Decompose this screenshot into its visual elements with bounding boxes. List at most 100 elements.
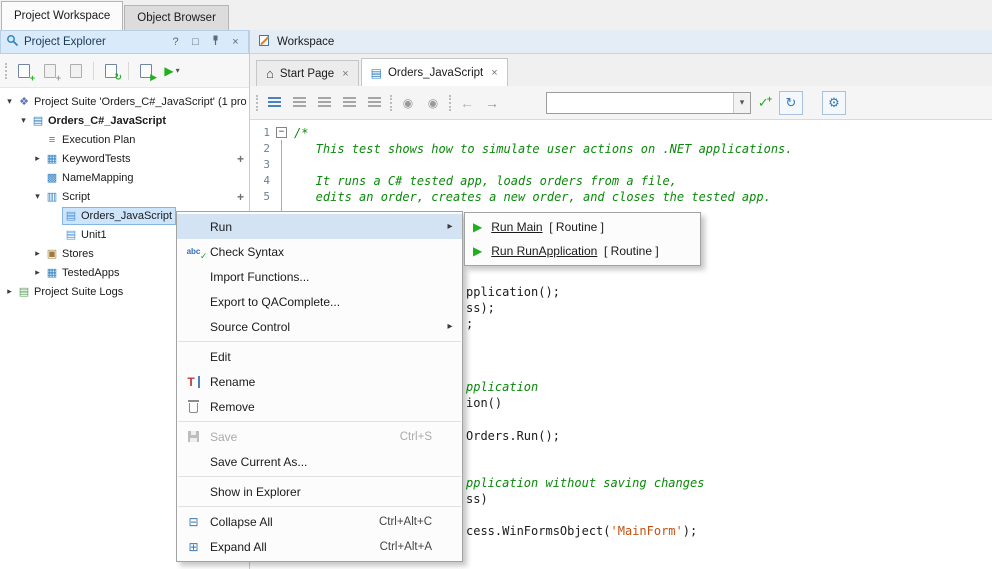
tree-item-project-suite[interactable]: ▾ ❖ Project Suite 'Orders_C#_JavaScript'… [0,92,249,111]
trash-icon [189,403,198,413]
add-existing-item-button[interactable]: + [39,60,61,82]
tree-item-label: Unit1 [81,229,107,241]
keywordtests-icon: ▦ [44,153,60,165]
fold-collapse-icon[interactable]: − [276,127,287,138]
menu-item-save-current-as[interactable]: Save Current As... [177,449,462,474]
project-suite-icon: ❖ [16,96,32,108]
code-fragment: ion() [466,396,502,410]
menu-item-run[interactable]: Run ▸ [177,214,462,239]
menu-item-show-in-explorer[interactable]: Show in Explorer [177,479,462,504]
tab-orders-javascript[interactable]: ▤ Orders_JavaScript × [361,58,508,86]
menu-item-check-syntax[interactable]: abc Check Syntax [177,239,462,264]
chevron-down-icon[interactable]: ▾ [31,191,44,202]
navigate-forward-button[interactable]: → [481,92,503,114]
menu-item-export-to-qacomplete[interactable]: Export to QAComplete... [177,289,462,314]
menu-item-run-runapplication[interactable]: ▶ Run RunApplication [ Routine ] [465,239,700,263]
new-item-icon: + [18,64,30,78]
line-number: 5 [252,190,270,203]
tree-item-namemapping[interactable]: ▩ NameMapping [0,168,249,187]
help-icon[interactable]: ? [168,36,183,48]
new-document-button[interactable] [65,60,87,82]
menu-item-run-main[interactable]: ▶ Run Main [ Routine ] [465,215,700,239]
chevron-right-icon[interactable]: ▸ [31,248,44,259]
menu-item-save[interactable]: Save Ctrl+S [177,424,462,449]
editor-settings-button[interactable]: ⚙ [822,91,846,115]
menu-item-source-control[interactable]: Source Control ▸ [177,314,462,339]
indent-button[interactable] [363,92,385,114]
pin-icon[interactable] [208,35,223,49]
comment-selection-button[interactable] [263,92,285,114]
menu-shortcut: Ctrl+Alt+C [379,516,432,528]
menu-icon-slot: T [177,376,210,388]
run-button[interactable]: ▶▾ [161,60,183,82]
submenu-arrow-icon: ▸ [444,321,456,332]
tab-object-browser[interactable]: Object Browser [124,5,229,30]
tab-project-workspace[interactable]: Project Workspace [1,1,123,30]
execution-plan-icon: ≡ [44,134,60,146]
submenu-item-label: Run Main [ Routine ] [491,220,604,234]
organize-items-button[interactable]: ↻ [100,60,122,82]
close-icon[interactable]: × [228,36,243,48]
run-submenu: ▶ Run Main [ Routine ] ▶ Run RunApplicat… [464,212,701,266]
add-new-item-button[interactable]: + [13,60,35,82]
chevron-right-icon[interactable]: ▸ [31,267,44,278]
align-left-button[interactable] [288,92,310,114]
back-arrow-icon: ← [460,95,474,111]
float-window-icon[interactable]: □ [188,36,203,48]
indent-icon [368,97,381,108]
menu-item-label: Remove [210,400,444,414]
add-script-unit-button[interactable]: + [237,190,244,204]
plus-icon: + [30,73,35,83]
menu-separator [178,341,461,342]
menu-item-import-functions[interactable]: Import Functions... [177,264,462,289]
tree-item-script[interactable]: ▾ ▥ Script + [0,187,249,206]
chevron-right-icon[interactable]: ▸ [3,286,16,297]
string-literal: 'MainForm' [611,524,683,538]
menu-item-edit[interactable]: Edit [177,344,462,369]
tree-item-label: KeywordTests [62,153,130,165]
tree-item-keywordtests[interactable]: ▸ ▦ KeywordTests + [0,149,249,168]
chevron-down-icon[interactable]: ▾ [3,96,16,107]
code-navigation-combobox[interactable]: ▾ [546,92,751,114]
toolbar-grip[interactable] [5,63,7,79]
refresh-button[interactable]: ↻ [779,91,803,115]
watch-button[interactable]: ◉ [422,92,444,114]
plus-icon: + [767,94,772,104]
toolbar-grip[interactable] [390,95,392,111]
toolbar-grip[interactable] [449,95,451,111]
close-icon[interactable]: × [491,67,497,79]
menu-item-remove[interactable]: Remove [177,394,462,419]
menu-separator [178,506,461,507]
menu-item-expand-all[interactable]: ⊞ Expand All Ctrl+Alt+A [177,534,462,559]
align-center-button[interactable] [313,92,335,114]
tree-item-label: Project Suite Logs [34,286,123,298]
logs-icon: ▤ [16,286,32,298]
checkpoint-wizard-button[interactable]: ✓+ [754,92,776,114]
tree-item-project[interactable]: ▾ ▤ Orders_C#_JavaScript [0,111,249,130]
menu-item-collapse-all[interactable]: ⊟ Collapse All Ctrl+Alt+C [177,509,462,534]
add-keywordtest-button[interactable]: + [237,152,244,166]
tab-start-page[interactable]: ⌂ Start Page × [256,60,359,86]
chevron-down-icon[interactable]: ▾ [733,93,750,113]
close-icon[interactable]: × [342,68,348,80]
menu-item-label: Save Current As... [210,455,444,469]
code-line: edits an order, creates a new order, and… [294,190,771,204]
navigate-back-button[interactable]: ← [456,92,478,114]
tree-item-execution-plan[interactable]: ≡ Execution Plan [0,130,249,149]
toolbar-grip[interactable] [256,95,258,111]
align-right-button[interactable] [338,92,360,114]
line-number: 1 [252,126,270,139]
code-fragment: ss); [466,301,495,315]
show-execution-point-button[interactable]: ◉ [397,92,419,114]
project-explorer-icon [6,34,19,50]
run-item-button[interactable]: ▶ [135,60,157,82]
selected-tree-item[interactable]: ▤ Orders_JavaScript [62,207,176,225]
plus-icon: + [56,73,61,83]
project-icon: ▤ [30,115,46,127]
chevron-right-icon[interactable]: ▸ [31,153,44,164]
menu-item-rename[interactable]: T Rename [177,369,462,394]
rename-icon: T [187,376,199,388]
expand-all-icon: ⊞ [188,540,198,554]
script-unit-icon: ▤ [63,210,79,222]
chevron-down-icon[interactable]: ▾ [17,115,30,126]
